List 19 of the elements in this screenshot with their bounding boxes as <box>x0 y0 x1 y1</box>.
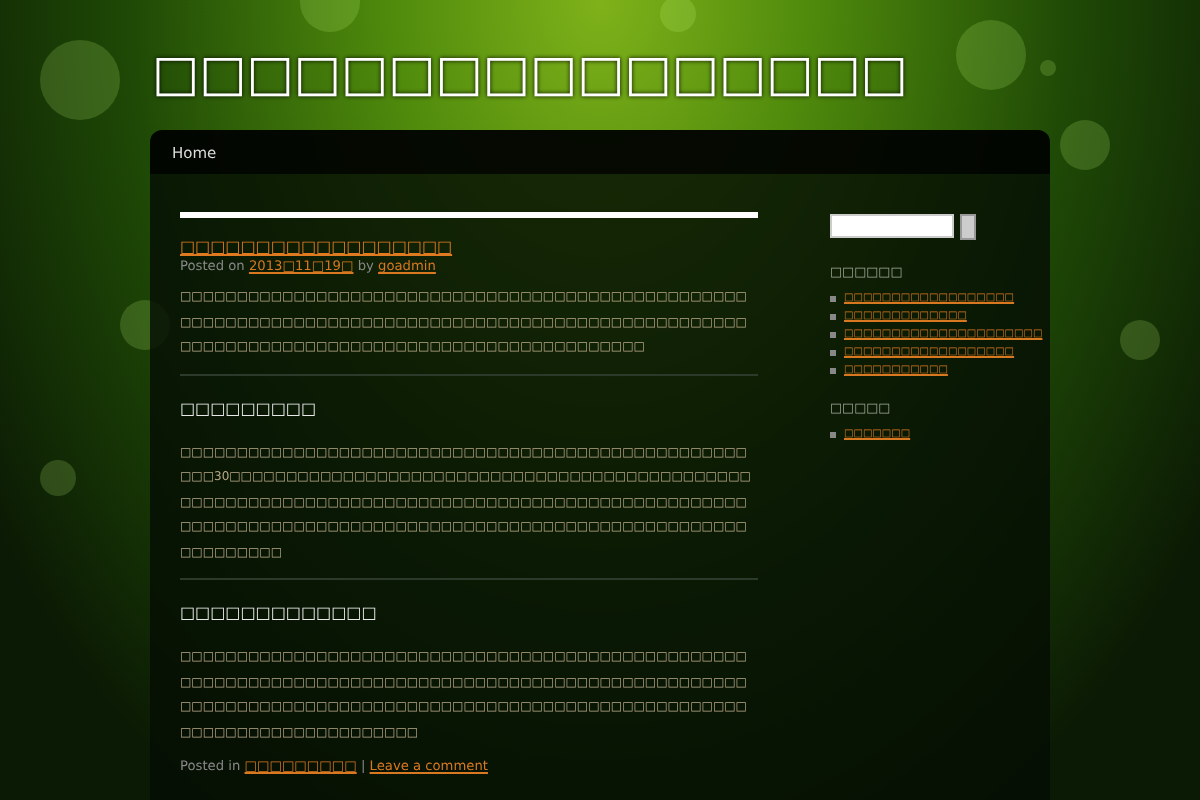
section-heading: □□□□□□□□□□□□□ <box>180 604 379 622</box>
section-heading: □□□□□□□□□ <box>180 399 319 417</box>
bokeh-light <box>40 460 76 496</box>
bullet-icon <box>830 295 836 301</box>
post-title[interactable]: □□□□□□□□□□□□□□□□□□ <box>180 238 758 256</box>
bokeh-light <box>1120 320 1160 360</box>
site-title: □□□□□□□□□□□□□□□□ <box>152 44 908 102</box>
search-button[interactable] <box>960 214 976 240</box>
bullet-icon <box>830 331 836 337</box>
bullet-icon <box>830 367 836 373</box>
bokeh-light <box>1060 120 1110 170</box>
bullet-icon <box>830 431 836 437</box>
bullet-icon <box>830 313 836 319</box>
bullet-icon <box>830 349 836 355</box>
search-field[interactable] <box>830 214 954 238</box>
bokeh-light <box>660 0 696 32</box>
bokeh-light <box>40 40 120 120</box>
bokeh-light <box>1040 60 1056 76</box>
bokeh-light <box>956 20 1026 90</box>
